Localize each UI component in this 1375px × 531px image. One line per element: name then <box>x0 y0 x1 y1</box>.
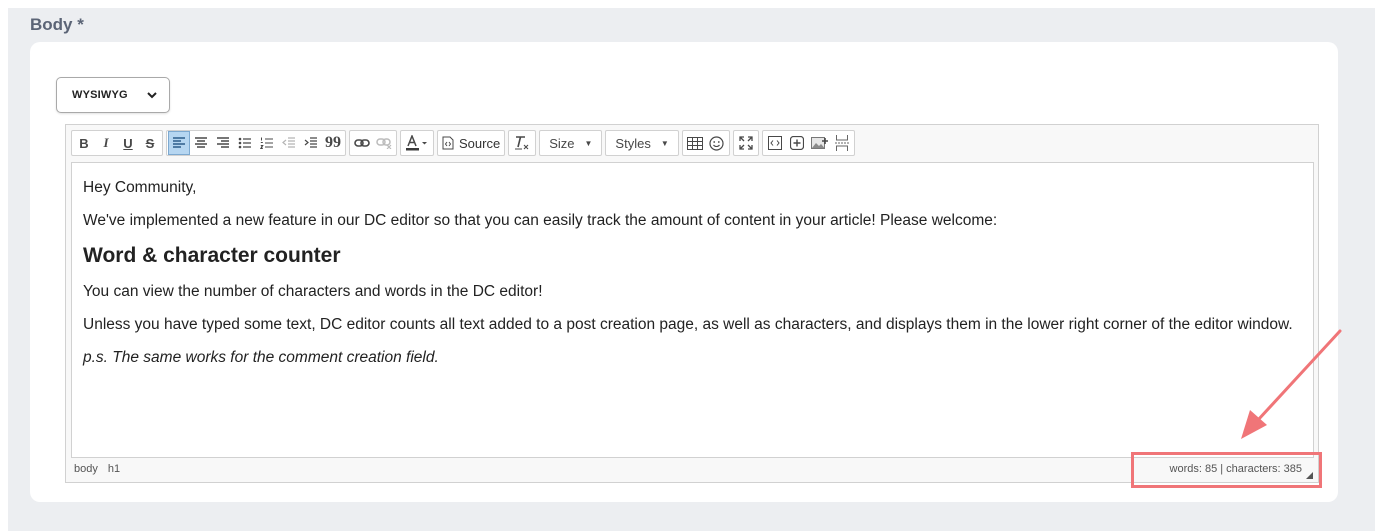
source-button[interactable]: Source <box>439 131 503 155</box>
greeting-paragraph: Hey Community, <box>83 179 197 196</box>
align-center-button[interactable] <box>190 131 212 155</box>
path-item-body[interactable]: body <box>74 463 98 475</box>
smiley-button[interactable] <box>706 131 728 155</box>
table-icon <box>686 136 703 150</box>
styles-label: Styles <box>615 135 651 151</box>
size-combo[interactable]: Size ▼ <box>539 130 603 156</box>
unlink-icon <box>376 138 392 149</box>
source-group: Source <box>437 130 506 156</box>
tools-group <box>732 130 759 156</box>
size-dropdown[interactable]: Size ▼ <box>541 131 600 155</box>
underline-icon: U <box>123 135 133 151</box>
image-add-icon <box>810 137 828 149</box>
embed-code-button[interactable] <box>764 131 786 155</box>
table-button[interactable] <box>684 131 706 155</box>
align-right-button[interactable] <box>212 131 234 155</box>
basic-styles-group: B I U S <box>71 130 163 156</box>
outdent-icon <box>282 137 295 148</box>
bulleted-list-icon <box>238 137 251 149</box>
content-heading: Word & character counter <box>83 244 341 267</box>
smiley-icon <box>709 135 724 151</box>
rich-text-editor: B I U S 99 Source Size ▼ Styles ▼ Hey Co… <box>65 124 1319 483</box>
element-path: body h1 <box>74 463 120 475</box>
align-left-button[interactable] <box>168 131 190 155</box>
indent-icon <box>304 137 317 148</box>
path-item-h1[interactable]: h1 <box>108 463 120 475</box>
text-color-button[interactable] <box>402 131 432 155</box>
indent-button[interactable] <box>300 131 322 155</box>
bold-button[interactable]: B <box>73 131 95 155</box>
numbered-list-icon <box>260 137 273 149</box>
plus-box-icon <box>789 136 804 150</box>
source-label: Source <box>459 135 501 151</box>
quote-icon: 99 <box>325 134 341 151</box>
maximize-icon <box>739 136 753 150</box>
link-icon <box>354 139 370 147</box>
link-button[interactable] <box>351 131 373 155</box>
align-left-icon <box>173 137 185 148</box>
editor-toolbar: B I U S 99 Source Size ▼ Styles ▼ <box>66 125 1318 161</box>
align-center-icon <box>195 137 207 148</box>
maximize-button[interactable] <box>735 131 757 155</box>
remove-format-icon <box>515 136 529 150</box>
insert-image-button[interactable] <box>808 131 831 155</box>
bold-icon: B <box>79 135 89 151</box>
page-break-icon <box>834 135 849 151</box>
italic-icon: I <box>103 135 109 150</box>
numbered-list-button[interactable] <box>256 131 278 155</box>
intro-paragraph: We've implemented a new feature in our D… <box>83 212 998 229</box>
insert-group <box>681 130 730 156</box>
source-icon <box>442 136 454 150</box>
strikethrough-button[interactable]: S <box>139 131 161 155</box>
paragraph-group: 99 <box>166 130 346 156</box>
blockquote-button[interactable]: 99 <box>322 131 344 155</box>
italic-button[interactable]: I <box>95 131 117 155</box>
page-break-button[interactable] <box>831 131 853 155</box>
counter-details-paragraph: Unless you have typed some text, DC edit… <box>83 316 1293 333</box>
colors-group <box>400 130 434 156</box>
underline-button[interactable]: U <box>117 131 139 155</box>
styles-combo[interactable]: Styles ▼ <box>605 130 679 156</box>
counter-highlight-box <box>1131 452 1322 488</box>
clear-format-group <box>508 130 537 156</box>
insert-widget-button[interactable] <box>786 131 808 155</box>
outdent-button[interactable] <box>278 131 300 155</box>
caret-down-icon: ▼ <box>660 138 669 148</box>
size-label: Size <box>549 135 575 151</box>
chevron-down-icon <box>147 92 157 99</box>
ps-paragraph: p.s. The same works for the comment crea… <box>83 349 439 366</box>
unlink-button[interactable] <box>373 131 395 155</box>
body-field-label: Body * <box>30 15 84 34</box>
editor-content-area[interactable]: Hey Community, We've implemented a new f… <box>71 162 1314 458</box>
editor-mode-select[interactable]: WYSIWYG <box>56 77 170 113</box>
extras-group <box>761 130 855 156</box>
counter-description-paragraph: You can view the number of characters an… <box>83 283 543 300</box>
strikethrough-icon: S <box>145 135 155 151</box>
links-group <box>349 130 397 156</box>
remove-format-button[interactable] <box>510 131 534 155</box>
caret-down-icon: ▼ <box>584 138 593 148</box>
align-right-icon <box>217 137 229 148</box>
editor-mode-value: WYSIWYG <box>72 89 128 101</box>
styles-dropdown[interactable]: Styles ▼ <box>607 131 676 155</box>
bulleted-list-button[interactable] <box>234 131 256 155</box>
text-color-icon <box>406 135 427 151</box>
code-block-icon <box>767 136 782 150</box>
